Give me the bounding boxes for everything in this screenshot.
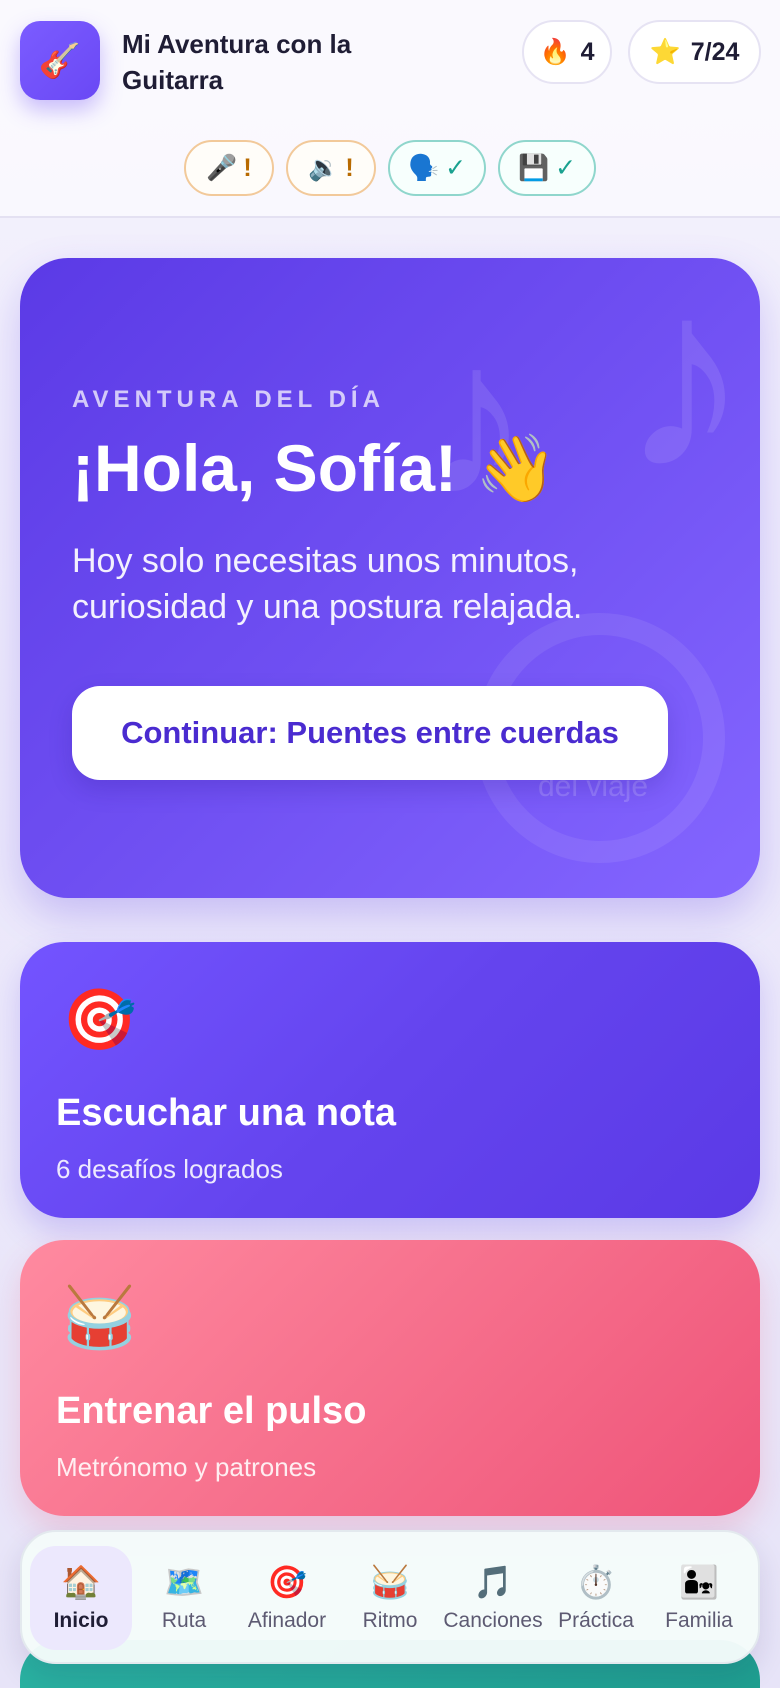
nav-label: Inicio [53,1609,109,1632]
stars-badge[interactable]: ⭐ 7/24 [628,20,761,84]
family-icon: 👨‍👧 [679,1564,719,1600]
card-subtitle: Metrónomo y patrones [56,1452,317,1482]
nav-item-practica[interactable]: ⏱️ Práctica [545,1546,647,1650]
save-status-chip[interactable]: 💾 ✓ [498,140,596,196]
device-status-row: 🎤 ! 🔉 ! 🗣️ ✓ 💾 ✓ [0,140,780,196]
nav-label: Familia [665,1609,733,1632]
speaker-status-chip[interactable]: 🔉 ! [286,140,376,196]
daily-adventure-hero: ♪ ♪ del viaje AVENTURA DEL DÍA ¡Hola, So… [20,258,760,898]
hero-kicker: AVENTURA DEL DÍA [72,386,385,413]
warning-mark: ! [243,153,252,182]
card-title: Escuchar una nota [56,1092,396,1134]
target-icon: 🎯 [62,986,137,1053]
check-mark: ✓ [445,154,467,182]
floppy-disk-icon: 💾 [517,153,550,182]
voice-status-chip[interactable]: 🗣️ ✓ [388,140,486,196]
ear-training-card[interactable]: 🎯 Escuchar una nota 6 desafíos logrados [20,942,760,1218]
app-header: 🎸 Mi Aventura con la Guitarra 🔥 4 ⭐ 7/24… [0,0,780,218]
nav-item-familia[interactable]: 👨‍👧 Familia [648,1546,750,1650]
nav-label: Ritmo [362,1609,418,1632]
nav-item-inicio[interactable]: 🏠 Inicio [30,1546,132,1650]
speaker-icon: 🔉 [308,153,340,182]
check-mark: ✓ [555,154,577,182]
card-subtitle: 6 desafíos logrados [56,1154,283,1184]
nav-label: Ruta [161,1609,207,1632]
rhythm-training-card[interactable]: 🥁 Entrenar el pulso Metrónomo y patrones [20,1240,760,1516]
speaking-head-icon: 🗣️ [407,153,440,182]
star-icon: ⭐ [649,37,681,66]
card-title: Entrenar el pulso [56,1390,367,1432]
nav-item-afinador[interactable]: 🎯 Afinador [236,1546,338,1650]
guitar-logo-icon[interactable]: 🎸 [20,21,100,100]
music-note-decoration-icon: ♪ [620,258,750,523]
hero-description: Hoy solo necesitas unos minutos, curiosi… [72,542,583,626]
house-icon: 🏠 [61,1564,101,1600]
warning-mark: ! [345,153,354,182]
greeting-title: ¡Hola, Sofía! 👋 [72,431,558,505]
drum-icon: 🥁 [370,1564,410,1600]
fire-icon: 🔥 [539,37,571,66]
microphone-status-chip[interactable]: 🎤 ! [184,140,274,196]
nav-label: Canciones [443,1609,543,1632]
map-icon: 🗺️ [164,1564,204,1600]
nav-label: Práctica [558,1609,634,1632]
nav-label: Afinador [247,1609,327,1632]
streak-badge[interactable]: 🔥 4 [522,20,612,84]
target-icon: 🎯 [267,1564,307,1600]
continue-lesson-button[interactable]: Continuar: Puentes entre cuerdas [72,686,668,780]
streak-count: 4 [580,37,595,66]
music-notes-icon: 🎵 [473,1564,513,1600]
microphone-icon: 🎤 [206,153,238,182]
drum-icon: 🥁 [62,1284,137,1351]
app-title: Mi Aventura con la Guitarra [122,29,352,95]
stopwatch-icon: ⏱️ [576,1564,616,1600]
nav-item-ritmo[interactable]: 🥁 Ritmo [339,1546,441,1650]
nav-item-canciones[interactable]: 🎵 Canciones [442,1546,544,1650]
bottom-navigation: 🏠 Inicio 🗺️ Ruta 🎯 Afinador 🥁 Ritmo 🎵 Ca… [20,1530,760,1664]
stars-count: 7/24 [690,37,740,66]
nav-item-ruta[interactable]: 🗺️ Ruta [133,1546,235,1650]
